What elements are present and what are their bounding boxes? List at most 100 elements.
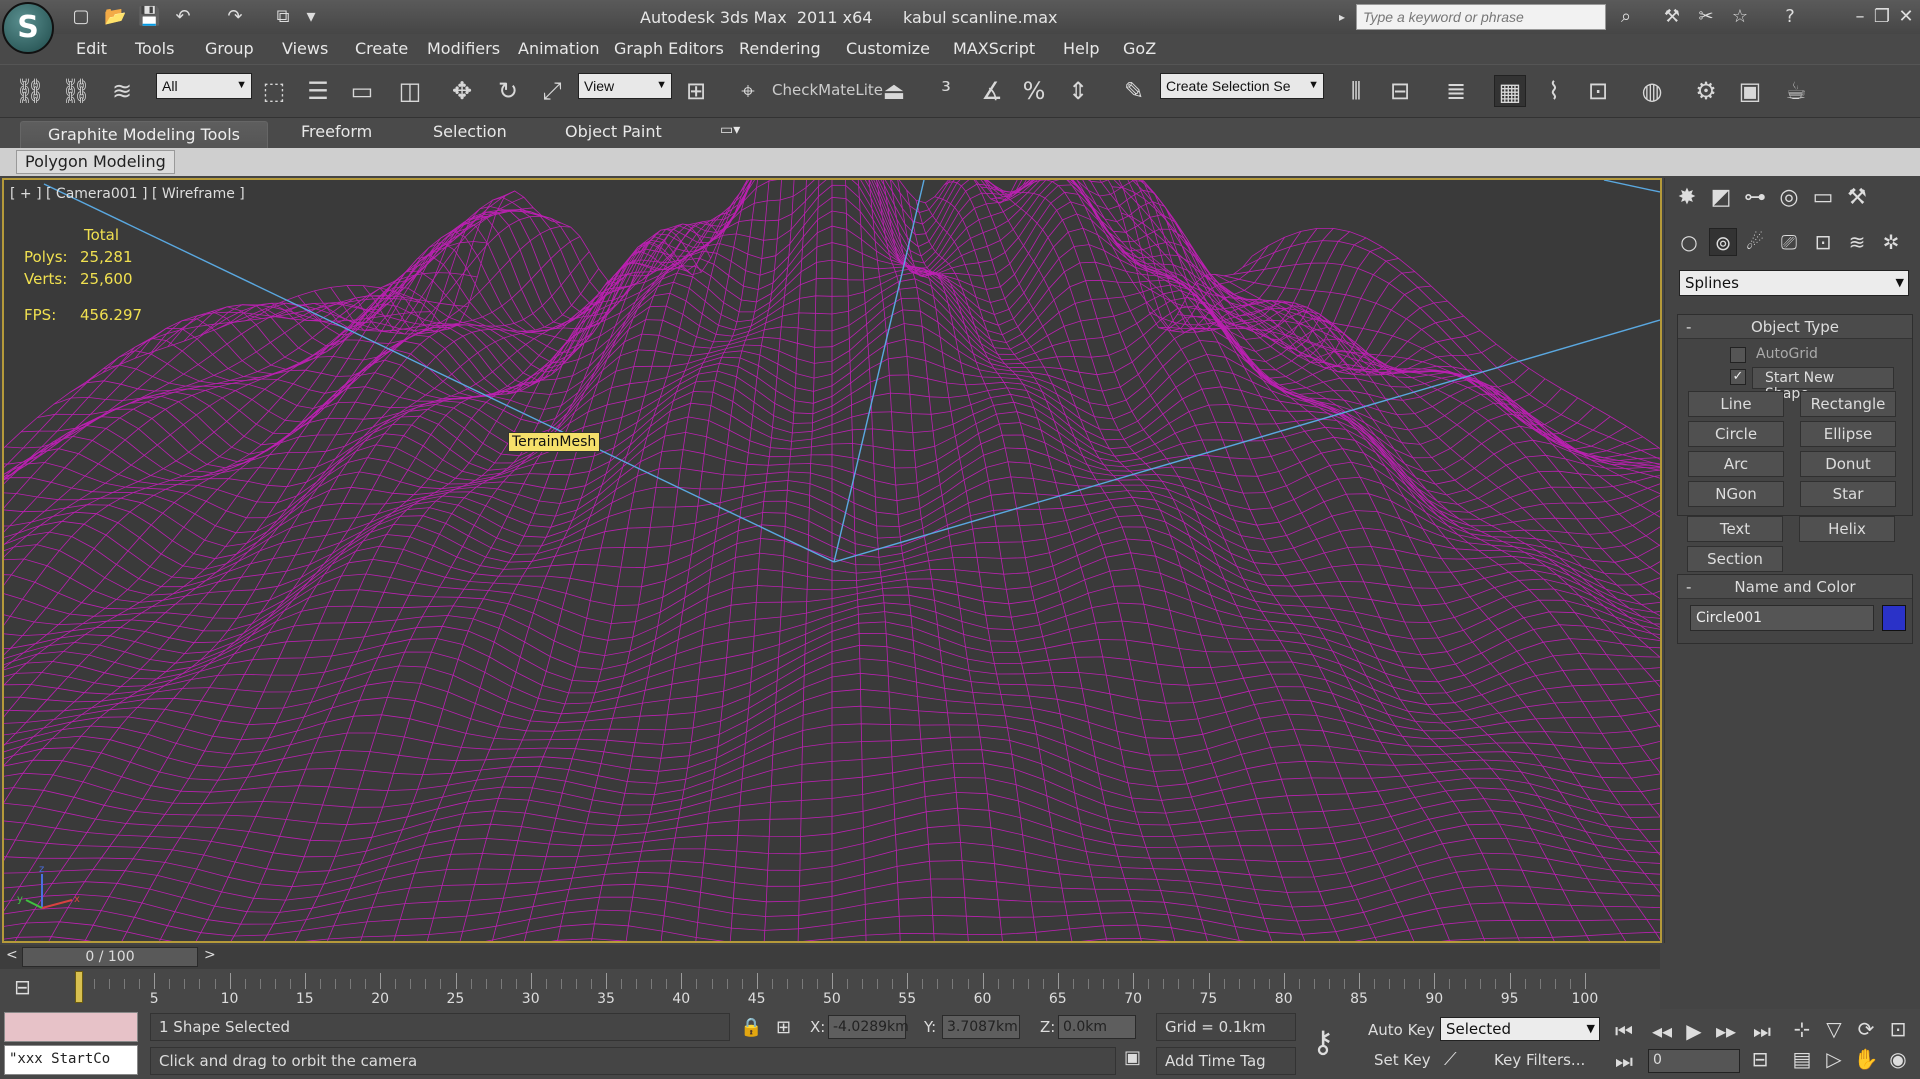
key-filters-button[interactable]: Key Filters... xyxy=(1494,1051,1585,1069)
display-tab-icon[interactable]: ▭ xyxy=(1807,182,1839,214)
tab-selection[interactable]: Selection xyxy=(433,122,507,141)
create-tab-icon[interactable]: ✸ xyxy=(1671,182,1703,214)
menu-create[interactable]: Create xyxy=(355,39,408,58)
helpers-icon[interactable]: ⊡ xyxy=(1809,228,1837,256)
ribbon-options-icon[interactable]: ▭▾ xyxy=(720,122,740,138)
tab-object-paint[interactable]: Object Paint xyxy=(565,122,662,141)
geometry-icon[interactable]: ○ xyxy=(1675,228,1703,256)
helix-button[interactable]: Helix xyxy=(1799,516,1895,542)
lights-icon[interactable]: ☄ xyxy=(1741,228,1769,256)
auto-key-button[interactable]: Auto Key xyxy=(1368,1021,1435,1039)
keyboard-shortcut-override-icon[interactable]: ⏏ xyxy=(878,75,910,107)
viewport-label[interactable]: [ + ] [ Camera001 ] [ Wireframe ] xyxy=(10,186,245,202)
z-coordinate-field[interactable]: 0.0km xyxy=(1058,1015,1136,1039)
pan-hand-icon[interactable]: ✋ xyxy=(1852,1047,1880,1071)
play-icon[interactable]: ▶ xyxy=(1680,1019,1708,1043)
section-button[interactable]: Section xyxy=(1687,546,1783,572)
layer-manager-icon[interactable]: ≣ xyxy=(1440,75,1472,107)
hierarchy-tab-icon[interactable]: ⊶ xyxy=(1739,182,1771,214)
favorites-icon[interactable]: ☆ xyxy=(1728,5,1752,29)
time-slider-prev-icon[interactable]: < xyxy=(6,947,18,963)
maxscript-mini-listener[interactable]: "xxx StartCo xyxy=(4,1045,138,1075)
absolute-mode-icon[interactable]: ⊞ xyxy=(776,1017,791,1038)
zoom-icon[interactable]: ⊹ xyxy=(1788,1017,1816,1041)
key-mode-dropdown[interactable]: Selected ▼ xyxy=(1440,1017,1600,1041)
next-frame-icon[interactable]: ▸▸ xyxy=(1712,1019,1740,1043)
maxscript-listener-output[interactable] xyxy=(4,1012,138,1042)
link-icon[interactable]: ⛓ xyxy=(14,75,46,107)
material-editor-icon[interactable]: ◍ xyxy=(1636,75,1668,107)
new-file-icon[interactable]: ▢ xyxy=(70,6,92,28)
rectangle-button[interactable]: Rectangle xyxy=(1800,391,1896,417)
menu-tools[interactable]: Tools xyxy=(135,39,174,58)
pivot-center-icon[interactable]: ⊞ xyxy=(680,75,712,107)
star-button[interactable]: Star xyxy=(1800,481,1896,507)
set-key-icon[interactable]: ⚷ xyxy=(1312,1025,1334,1060)
object-name-field[interactable]: Circle001 xyxy=(1690,605,1874,631)
add-time-tag[interactable]: Add Time Tag xyxy=(1156,1047,1296,1075)
space-warps-icon[interactable]: ≋ xyxy=(1843,228,1871,256)
select-rotate-icon[interactable]: ↻ xyxy=(492,75,524,107)
binoculars-icon[interactable]: ⌕ xyxy=(1614,5,1638,29)
quick-access-dropdown-icon[interactable]: ▾ xyxy=(300,6,322,28)
snaps-toggle-icon[interactable]: ³ xyxy=(930,75,962,107)
edit-named-selection-icon[interactable]: ✎ xyxy=(1118,75,1150,107)
window-crossing-icon[interactable]: ◫ xyxy=(394,75,426,107)
track-bar[interactable]: ⊟ 05101520253035404550556065707580859095… xyxy=(0,969,1660,1009)
minimize-icon[interactable]: – xyxy=(1848,5,1872,29)
menu-animation[interactable]: Animation xyxy=(518,39,600,58)
open-file-icon[interactable]: 📂 xyxy=(104,6,126,28)
maximize-viewport-icon[interactable]: ⊡ xyxy=(1884,1017,1912,1041)
rendered-frame-window-icon[interactable]: ▣ xyxy=(1734,75,1766,107)
graphite-toggle-icon[interactable]: ▦ xyxy=(1494,75,1526,107)
restore-icon[interactable]: ❐ xyxy=(1870,5,1894,29)
redo-icon[interactable]: ↷ xyxy=(224,6,246,28)
menu-graph-editors[interactable]: Graph Editors xyxy=(614,39,724,58)
menu-modifiers[interactable]: Modifiers xyxy=(427,39,500,58)
checkmate-label[interactable]: CheckMateLite xyxy=(772,81,883,99)
utilities-tab-icon[interactable]: ⚒ xyxy=(1841,182,1873,214)
rectangular-selection-icon[interactable]: ▭ xyxy=(346,75,378,107)
menu-help[interactable]: Help xyxy=(1063,39,1099,58)
set-key-button[interactable]: Set Key xyxy=(1374,1051,1431,1069)
ellipse-button[interactable]: Ellipse xyxy=(1800,421,1896,447)
project-folder-icon[interactable]: ⧉ xyxy=(272,6,294,28)
object-color-swatch[interactable] xyxy=(1882,605,1906,631)
field-of-view-icon[interactable]: ▽ xyxy=(1820,1017,1848,1041)
walk-through-icon[interactable]: ◉ xyxy=(1884,1047,1912,1071)
orbit-camera-icon[interactable]: ⟳ xyxy=(1852,1017,1880,1041)
truck-camera-icon[interactable]: ▷ xyxy=(1820,1047,1848,1071)
arc-button[interactable]: Arc xyxy=(1688,451,1784,477)
time-slider[interactable]: < 0 / 100 > xyxy=(0,945,1660,969)
mini-curve-editor-icon[interactable]: ⊟ xyxy=(14,975,31,999)
curve-editor-icon[interactable]: ⌇ xyxy=(1538,75,1570,107)
shapes-icon[interactable]: ⊚ xyxy=(1709,228,1737,256)
modify-tab-icon[interactable]: ◩ xyxy=(1705,182,1737,214)
save-file-icon[interactable]: 💾 xyxy=(138,6,160,28)
cameras-icon[interactable]: ⎚ xyxy=(1775,228,1803,256)
object-type-header[interactable]: - Object Type xyxy=(1678,315,1912,339)
previous-frame-icon[interactable]: ◂◂ xyxy=(1648,1019,1676,1043)
selection-filter-dropdown[interactable]: All ▼ xyxy=(156,73,252,99)
line-button[interactable]: Line xyxy=(1688,391,1784,417)
motion-tab-icon[interactable]: ◎ xyxy=(1773,182,1805,214)
go-to-start-icon[interactable]: ⏮ xyxy=(1610,1019,1638,1043)
dolly-camera-icon[interactable]: ▤ xyxy=(1788,1047,1816,1071)
time-tag-icon[interactable]: ▣ xyxy=(1124,1047,1141,1068)
render-setup-icon[interactable]: ⚙ xyxy=(1690,75,1722,107)
help-icon[interactable]: ? xyxy=(1778,5,1802,29)
ngon-button[interactable]: NGon xyxy=(1688,481,1784,507)
y-coordinate-field[interactable]: 3.7087km xyxy=(942,1015,1020,1039)
select-scale-icon[interactable]: ⤢ xyxy=(536,75,568,107)
schematic-view-icon[interactable]: ⊡ xyxy=(1582,75,1614,107)
viewport[interactable]: [ + ] [ Camera001 ] [ Wireframe ] Total … xyxy=(2,178,1662,943)
select-move-icon[interactable]: ✥ xyxy=(446,75,478,107)
percent-snap-icon[interactable]: % xyxy=(1018,75,1050,107)
time-configuration-icon[interactable]: ⊟ xyxy=(1746,1047,1774,1071)
circle-button[interactable]: Circle xyxy=(1688,421,1784,447)
current-frame-field[interactable]: 0 xyxy=(1648,1049,1740,1073)
tab-graphite-modeling-tools[interactable]: Graphite Modeling Tools xyxy=(20,121,268,148)
menu-maxscript[interactable]: MAXScript xyxy=(953,39,1035,58)
search-input[interactable]: Type a keyword or phrase xyxy=(1356,4,1606,30)
tab-freeform[interactable]: Freeform xyxy=(301,122,372,141)
